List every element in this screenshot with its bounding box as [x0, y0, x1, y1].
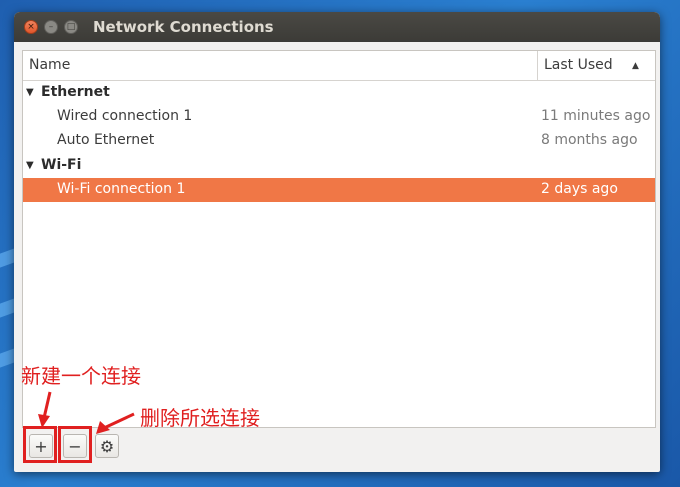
- annotation-arrow-add: [42, 391, 52, 419]
- annotation-arrowhead-add: [38, 414, 50, 428]
- annotation-arrows: [38, 391, 135, 434]
- annotation-arrow-remove: [103, 412, 135, 430]
